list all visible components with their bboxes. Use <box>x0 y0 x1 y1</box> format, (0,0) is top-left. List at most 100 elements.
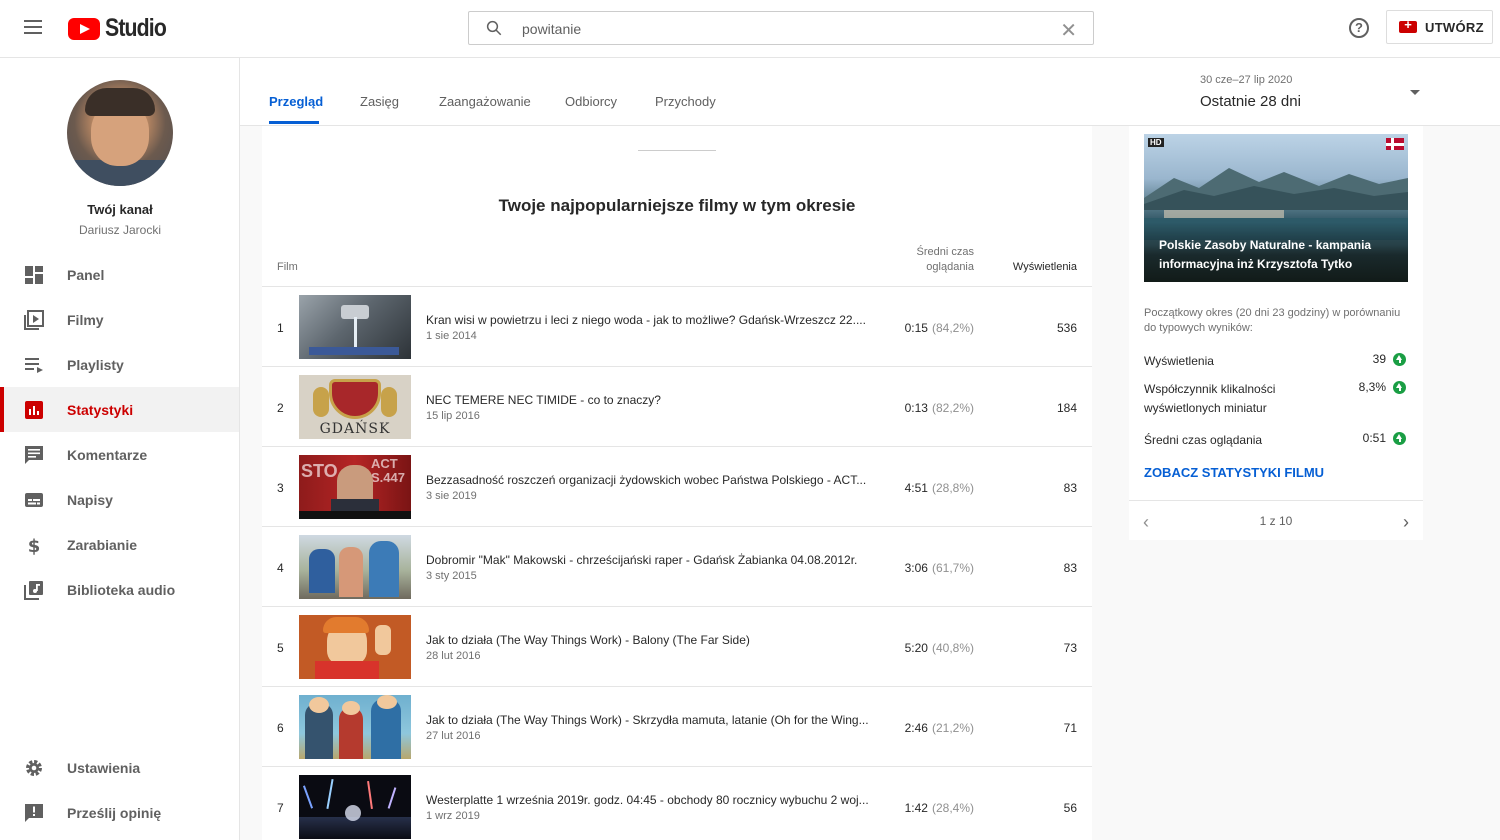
metric-label: Wyświetlenia <box>1144 354 1214 368</box>
column-header-views[interactable]: Wyświetlenia <box>962 261 1077 273</box>
analytics-icon <box>25 400 43 419</box>
column-header-film: Film <box>277 261 298 273</box>
latest-video-title: Polskie Zasoby Naturalne - kampania info… <box>1159 238 1372 271</box>
video-date: 1 wrz 2019 <box>426 810 480 822</box>
date-range-label: Ostatnie 28 dni <box>1200 93 1301 110</box>
date-range-selector[interactable]: 30 cze–27 lip 2020 Ostatnie 28 dni <box>1200 72 1420 112</box>
sidebar-item-label: Playlisty <box>67 356 124 373</box>
sidebar-item-przeslij-opinie[interactable]: Prześlij opinię <box>0 790 239 835</box>
table-row[interactable]: 7 Westerplatte 1 września 2019r. godz. 0… <box>262 767 1092 840</box>
latest-video-card: HD Polskie Zasoby Naturalne - kampania i… <box>1129 126 1423 540</box>
video-date: 27 lut 2016 <box>426 730 481 742</box>
create-video-icon <box>1399 17 1417 33</box>
metric-value: 8,3% <box>1358 380 1386 394</box>
video-date: 28 lut 2016 <box>426 650 481 662</box>
video-title[interactable]: Bezzasadność roszczeń organizacji żydows… <box>426 473 876 487</box>
sidebar-item-panel[interactable]: Panel <box>0 252 239 297</box>
sidebar-item-label: Statystyki <box>67 401 134 418</box>
video-thumbnail[interactable] <box>299 695 411 759</box>
card-pager: ‹ 1 z 10 › <box>1129 510 1423 532</box>
view-count: 56 <box>1063 801 1077 815</box>
sidebar-item-ustawienia[interactable]: Ustawienia <box>0 745 239 790</box>
sidebar-item-label: Filmy <box>67 311 104 328</box>
table-row[interactable]: 1 Kran wisi w powietrzu i leci z niego w… <box>262 287 1092 367</box>
sidebar-item-playlisty[interactable]: Playlisty <box>0 342 239 387</box>
video-thumbnail[interactable] <box>299 535 411 599</box>
sidebar-item-label: Ustawienia <box>67 759 141 776</box>
clear-search-icon[interactable]: ✕ <box>1060 18 1077 43</box>
video-title[interactable]: Jak to działa (The Way Things Work) - Sk… <box>426 713 876 727</box>
hd-badge: HD <box>1148 138 1164 147</box>
help-icon[interactable]: ? <box>1349 18 1369 38</box>
youtube-logo-icon <box>68 17 100 40</box>
chevron-down-icon <box>1410 90 1420 95</box>
sidebar-item-label: Komentarze <box>67 446 148 463</box>
video-thumbnail[interactable] <box>299 295 411 359</box>
avg-view-duration: 0:13 (82,2%) <box>904 401 974 415</box>
norway-flag-icon <box>1386 138 1404 150</box>
tab-zaangazowanie[interactable]: Zaangażowanie <box>439 94 531 109</box>
video-thumbnail[interactable]: GDAŃSK <box>299 375 411 439</box>
video-date: 1 sie 2014 <box>426 330 477 342</box>
sidebar-item-filmy[interactable]: Filmy <box>0 297 239 342</box>
avg-view-duration: 0:15 (84,2%) <box>904 321 974 335</box>
metric-value: 0:51 <box>1362 431 1386 445</box>
table-row[interactable]: 5 Jak to działa (The Way Things Work) - … <box>262 607 1092 687</box>
sidebar-item-komentarze[interactable]: Komentarze <box>0 432 239 477</box>
video-thumbnail[interactable] <box>299 775 411 839</box>
comments-icon <box>25 445 43 464</box>
table-row[interactable]: 3 STO ACT S.447 Bezzasadność roszczeń org… <box>262 447 1092 527</box>
see-video-analytics-link[interactable]: ZOBACZ STATYSTYKI FILMU <box>1144 465 1324 480</box>
studio-logo[interactable]: Studio <box>68 14 177 43</box>
sidebar-item-zarabianie[interactable]: $ Zarabianie <box>0 522 239 567</box>
video-title[interactable]: NEC TEMERE NEC TIMIDE - co to znaczy? <box>426 393 876 407</box>
row-rank: 7 <box>277 801 284 815</box>
sidebar: Twój kanał Dariusz Jarocki Panel Filmy P… <box>0 58 240 840</box>
sidebar-item-label: Panel <box>67 266 105 283</box>
video-title[interactable]: Dobromir "Mak" Makowski - chrześcijański… <box>426 553 876 567</box>
create-label: UTWÓRZ <box>1425 19 1484 35</box>
view-count: 73 <box>1063 641 1077 655</box>
avg-view-duration: 3:06 (61,7%) <box>904 561 974 575</box>
view-count: 184 <box>1056 401 1077 415</box>
playlists-icon <box>25 357 43 373</box>
tab-odbiorcy[interactable]: Odbiorcy <box>565 94 617 109</box>
chevron-right-icon[interactable]: › <box>1403 512 1409 533</box>
sidebar-item-napisy[interactable]: Napisy <box>0 477 239 522</box>
video-thumbnail[interactable] <box>299 615 411 679</box>
row-rank: 1 <box>277 321 284 335</box>
avg-view-duration: 5:20 (40,8%) <box>904 641 974 655</box>
sidebar-item-statystyki[interactable]: Statystyki <box>0 387 239 432</box>
top-videos-card: Twoje najpopularniejsze filmy w tym okre… <box>262 126 1092 840</box>
table-row[interactable]: 2 GDAŃSK NEC TEMERE NEC TIMIDE - co to z… <box>262 367 1092 447</box>
video-title[interactable]: Jak to działa (The Way Things Work) - Ba… <box>426 633 876 647</box>
view-count: 71 <box>1063 721 1077 735</box>
avatar[interactable] <box>67 80 173 186</box>
row-rank: 6 <box>277 721 284 735</box>
tab-zasieg[interactable]: Zasięg <box>360 94 399 109</box>
tab-przychody[interactable]: Przychody <box>655 94 716 109</box>
subtitles-icon <box>25 492 43 507</box>
dashboard-icon <box>25 265 43 284</box>
video-title[interactable]: Kran wisi w powietrzu i leci z niego wod… <box>426 313 876 327</box>
create-button[interactable]: UTWÓRZ <box>1386 10 1493 44</box>
divider <box>638 150 716 151</box>
gear-icon <box>26 759 42 776</box>
trend-up-icon <box>1393 353 1406 366</box>
search-icon <box>486 20 502 36</box>
video-thumbnail[interactable]: STO ACT S.447 <box>299 455 411 519</box>
search-input[interactable]: powitanie <box>522 21 581 37</box>
sidebar-item-label: Biblioteka audio <box>67 581 176 598</box>
sidebar-item-biblioteka-audio[interactable]: Biblioteka audio <box>0 567 239 612</box>
column-header-avg-view[interactable]: Średni czas oglądania <box>874 245 974 275</box>
videos-icon <box>24 309 44 330</box>
tab-przeglad[interactable]: Przegląd <box>269 94 323 109</box>
latest-video-thumbnail[interactable]: HD Polskie Zasoby Naturalne - kampania i… <box>1144 134 1408 282</box>
comparison-note: Początkowy okres (20 dni 23 godziny) w p… <box>1144 307 1401 334</box>
video-title[interactable]: Westerplatte 1 września 2019r. godz. 04:… <box>426 793 876 807</box>
sidebar-item-label: Zarabianie <box>67 536 138 553</box>
menu-icon[interactable] <box>24 20 42 34</box>
search-box[interactable]: powitanie ✕ <box>468 11 1094 45</box>
table-row[interactable]: 4 Dobromir "Mak" Makowski - chrześcijańs… <box>262 527 1092 607</box>
table-row[interactable]: 6 Jak to działa (The Way Things Work) - … <box>262 687 1092 767</box>
